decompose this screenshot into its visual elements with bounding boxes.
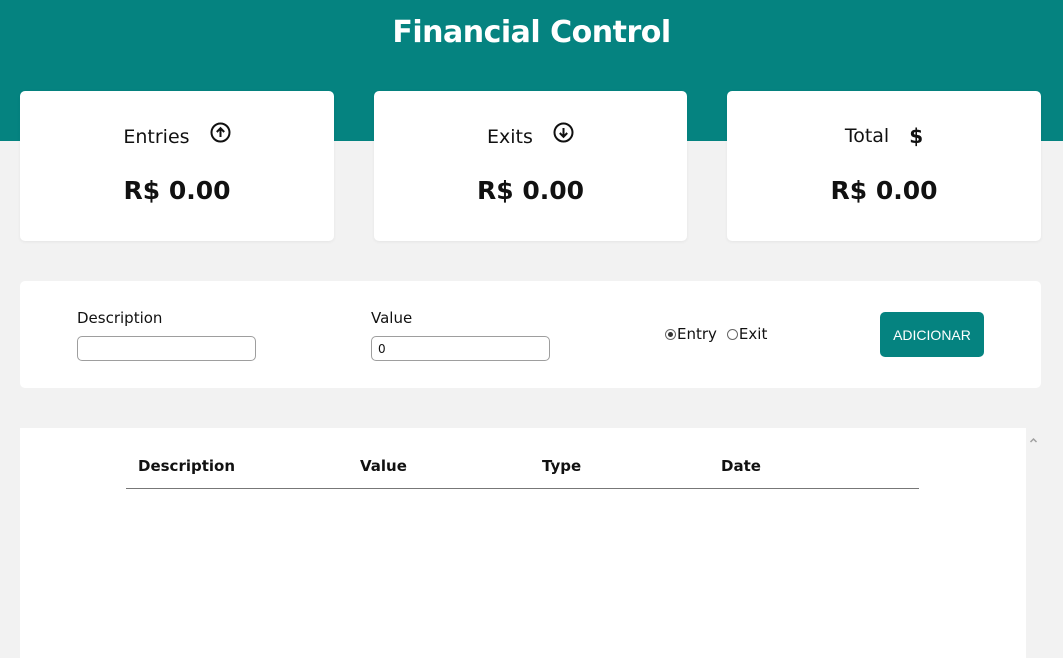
description-label: Description <box>77 309 163 327</box>
scroll-up-icon[interactable] <box>1029 430 1038 443</box>
entries-card-value: R$ 0.00 <box>123 176 231 205</box>
exit-radio-label[interactable]: Exit <box>739 325 767 343</box>
transactions-table: Description Value Type Date <box>20 428 1026 658</box>
exit-radio-dot[interactable] <box>726 328 738 340</box>
transaction-form: Description Value Entry Exit ADICIONAR <box>20 281 1041 388</box>
entry-radio-dot[interactable] <box>665 328 676 340</box>
exits-card: Exits R$ 0.00 <box>374 91 687 241</box>
exits-card-value: R$ 0.00 <box>476 176 585 205</box>
column-header-description: Description <box>138 457 236 475</box>
arrow-circle-up-icon <box>210 122 231 148</box>
column-header-type: Type <box>542 457 582 475</box>
total-card: Total $ R$ 0.00 <box>727 91 1041 241</box>
total-card-label: Total <box>844 124 890 147</box>
table-scrollbar[interactable] <box>1026 428 1041 647</box>
exits-card-label: Exits <box>487 125 533 148</box>
entries-card-label: Entries <box>123 125 190 148</box>
page-title: Financial Control <box>392 15 671 50</box>
exits-card-header: Exits <box>374 122 687 150</box>
dollar-icon: $ <box>909 124 924 148</box>
entry-radio-label[interactable]: Entry <box>677 325 717 343</box>
add-button[interactable]: ADICIONAR <box>880 312 984 357</box>
description-input[interactable] <box>77 336 256 361</box>
column-header-date: Date <box>721 457 761 475</box>
table-header: Description Value Type Date <box>126 428 919 489</box>
value-input[interactable] <box>371 336 550 361</box>
type-radio-group: Entry Exit <box>665 325 767 343</box>
value-label: Value <box>371 309 413 327</box>
total-card-header: Total $ <box>727 124 1041 148</box>
entries-card: Entries R$ 0.00 <box>20 91 334 241</box>
entries-card-header: Entries <box>20 122 334 150</box>
column-header-value: Value <box>360 457 407 475</box>
total-card-value: R$ 0.00 <box>830 176 938 205</box>
arrow-circle-down-icon <box>553 122 574 148</box>
entry-radio[interactable]: Entry <box>665 325 717 343</box>
exit-radio[interactable]: Exit <box>726 325 767 343</box>
